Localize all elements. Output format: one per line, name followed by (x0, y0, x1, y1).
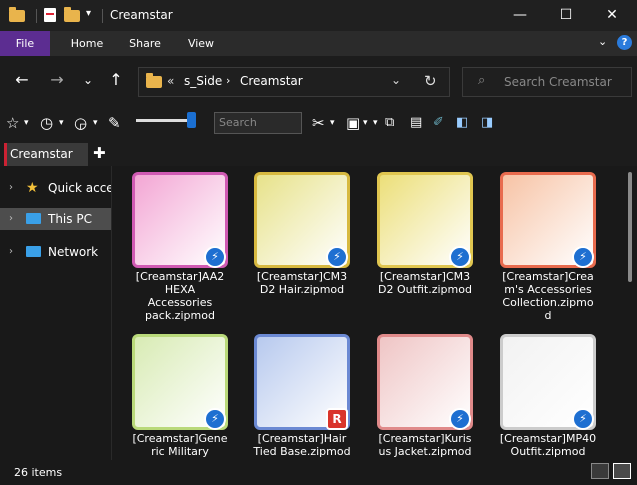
tab-home[interactable]: Home (64, 31, 110, 56)
search-icon: ⌕ (478, 73, 486, 88)
chevron-right-icon[interactable]: › (9, 208, 13, 230)
file-item[interactable]: ⚡ [Creamstar]Crea m's Accessories Collect… (488, 172, 608, 330)
file-item[interactable]: R [Creamstar]Hair Tied Base.zipmod (242, 334, 362, 460)
lightning-badge-icon: ⚡ (449, 246, 471, 268)
lightning-badge-icon: ⚡ (572, 246, 594, 268)
sidebar-item-this-pc[interactable]: › This PC (0, 208, 111, 230)
sidebar-item-label: Quick access (48, 181, 111, 195)
minimize-button[interactable]: — (497, 0, 543, 31)
new-tab-icon[interactable]: ✚ (93, 144, 106, 162)
file-name: [Creamstar]Hair Tied Base.zipmod (253, 432, 351, 458)
scissors-icon[interactable]: ✂ (312, 114, 325, 132)
breadcrumb-separator-icon: › (226, 74, 231, 87)
star-icon[interactable]: ☆ (6, 114, 19, 132)
lightning-badge-icon: ⚡ (449, 408, 471, 430)
divider (36, 9, 37, 23)
help-icon[interactable]: ? (617, 35, 632, 50)
paperclip-icon[interactable]: ✎ (108, 114, 121, 132)
refresh-icon[interactable]: ↻ (424, 72, 437, 90)
zoom-slider-thumb[interactable] (187, 112, 196, 128)
lightning-badge-icon: ⚡ (204, 408, 226, 430)
file-name: [Creamstar]CM3 D2 Hair.zipmod (256, 270, 348, 296)
network-icon (26, 246, 41, 257)
select-all-icon[interactable]: ▤ (410, 114, 422, 132)
properties-icon[interactable] (44, 8, 56, 22)
search-placeholder: Search Creamstar (504, 75, 612, 89)
large-icons-view-button[interactable] (613, 463, 631, 479)
clock-icon[interactable]: ◶ (74, 114, 87, 132)
tab-creamstar[interactable]: Creamstar (4, 143, 88, 166)
new-folder-icon[interactable] (64, 7, 80, 22)
file-list: ⚡ [Creamstar]AA2 HEXA Accessories pack.zi… (112, 166, 624, 460)
breadcrumb-item[interactable]: s_Side (184, 74, 222, 88)
back-icon[interactable]: ← (10, 68, 34, 92)
details-view-button[interactable] (591, 463, 609, 479)
file-item[interactable]: ⚡ [Creamstar]Gene ric Military (120, 334, 240, 460)
file-name: [Creamstar]Crea m's Accessories Collecti… (502, 270, 594, 322)
history-icon[interactable]: ◷ (40, 114, 53, 132)
file-name: [Creamstar]Kuris us Jacket.zipmod (378, 432, 472, 458)
folder-icon (9, 7, 25, 22)
copy-path-icon[interactable]: ⧉ (385, 114, 394, 132)
folder-icon (146, 73, 162, 88)
file-name: [Creamstar]AA2 HEXA Accessories pack.zip… (135, 270, 225, 322)
file-item[interactable]: ⚡ [Creamstar]CM3 D2 Outfit.zipmod (365, 172, 485, 330)
monitor-icon (26, 213, 41, 224)
up-icon[interactable]: ↑ (104, 68, 128, 92)
chevron-right-icon[interactable]: › (9, 241, 13, 263)
breadcrumb-current[interactable]: Creamstar (240, 74, 303, 88)
maximize-button[interactable]: ☐ (543, 0, 589, 31)
sidebar-item-label: Network (48, 245, 99, 259)
dropdown-icon[interactable]: ▾ (363, 114, 368, 132)
expand-ribbon-icon[interactable]: ⌄ (598, 35, 607, 48)
dropdown-icon[interactable]: ▾ (93, 114, 98, 132)
sidebar-item-label: This PC (48, 212, 92, 226)
dropdown-icon[interactable]: ▾ (59, 114, 64, 132)
toolbar-search-input[interactable]: Search (214, 112, 302, 134)
lightning-badge-icon: ⚡ (204, 246, 226, 268)
forward-icon[interactable]: → (45, 68, 69, 92)
lightning-badge-icon: ⚡ (572, 408, 594, 430)
tab-accent (4, 143, 7, 166)
preview-pane-icon[interactable]: ◧ (456, 114, 468, 132)
file-name: [Creamstar]MP40 Outfit.zipmod (499, 432, 597, 458)
tab-share[interactable]: Share (122, 31, 168, 56)
file-name: [Creamstar]CM3 D2 Outfit.zipmod (378, 270, 472, 296)
star-icon: ★ (26, 180, 39, 196)
close-button[interactable]: ✕ (589, 0, 635, 31)
lightning-badge-icon: ⚡ (326, 246, 348, 268)
rename-icon[interactable]: ✐ (433, 114, 444, 132)
tab-view[interactable]: View (178, 31, 224, 56)
image-icon[interactable]: ▣ (346, 114, 360, 132)
file-item[interactable]: ⚡ [Creamstar]Kuris us Jacket.zipmod (365, 334, 485, 460)
sidebar-item-quick-access[interactable]: › ★ Quick access (0, 177, 111, 199)
tab-file[interactable]: File (0, 31, 50, 56)
chevron-right-icon[interactable]: › (9, 177, 13, 199)
file-name: [Creamstar]Gene ric Military (132, 432, 228, 458)
status-bar (0, 460, 637, 485)
file-item[interactable]: ⚡ [Creamstar]AA2 HEXA Accessories pack.zi… (120, 172, 240, 330)
divider (102, 9, 103, 23)
red-badge-icon: R (326, 408, 348, 430)
dropdown-icon[interactable]: ▾ (24, 114, 29, 132)
address-dropdown-icon[interactable]: ⌄ (391, 73, 401, 87)
customize-qat-icon[interactable]: ▾ (86, 8, 91, 19)
dropdown-icon[interactable]: ▾ (330, 114, 335, 132)
item-count: 26 items (14, 466, 63, 479)
file-item[interactable]: ⚡ [Creamstar]MP40 Outfit.zipmod (488, 334, 608, 460)
scrollbar-thumb[interactable] (628, 172, 632, 282)
details-pane-icon[interactable]: ◨ (481, 114, 493, 132)
window-title: Creamstar (110, 8, 173, 22)
file-item[interactable]: ⚡ [Creamstar]CM3 D2 Hair.zipmod (242, 172, 362, 330)
breadcrumb-overflow[interactable]: « (167, 74, 174, 88)
sidebar-item-network[interactable]: › Network (0, 241, 111, 263)
recent-locations-icon[interactable]: ⌄ (76, 68, 100, 92)
dropdown-icon[interactable]: ▾ (373, 114, 378, 132)
